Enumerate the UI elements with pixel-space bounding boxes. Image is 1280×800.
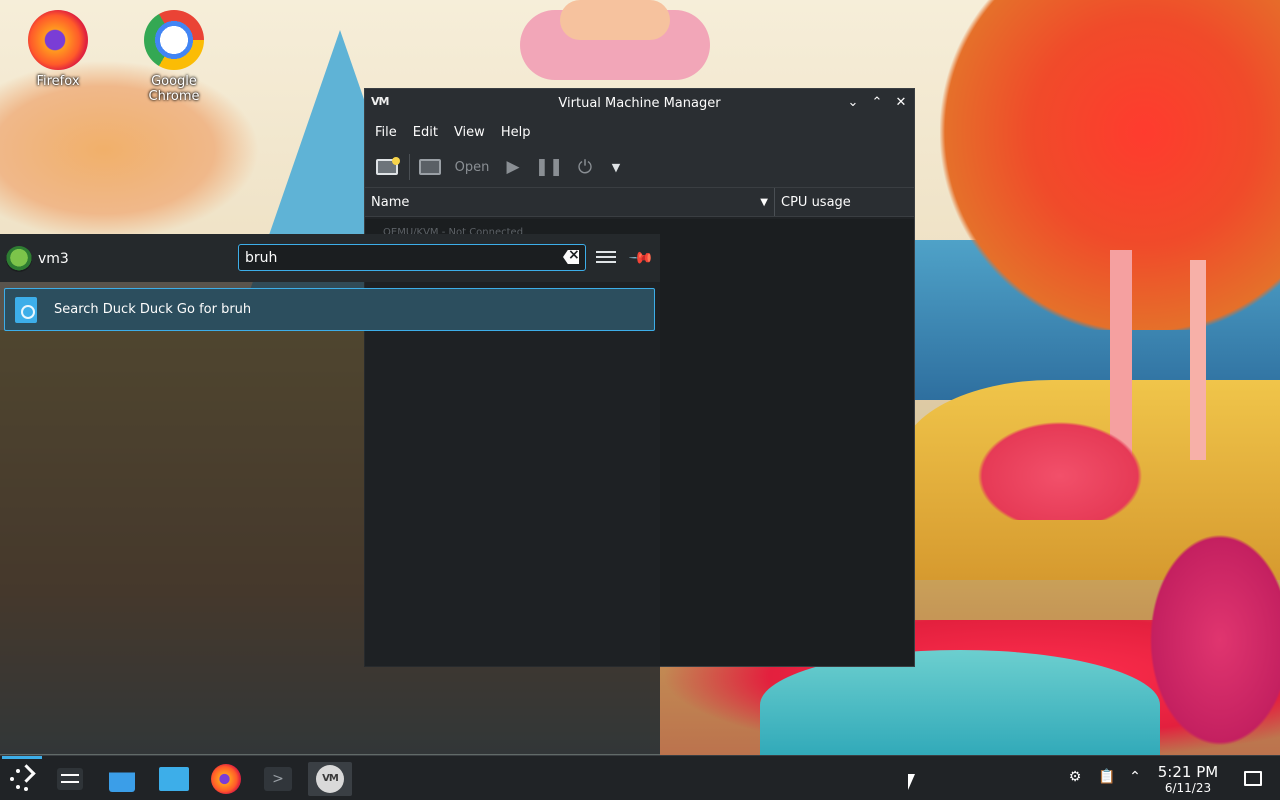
user-badge: vm3: [6, 246, 69, 272]
folder-icon: [159, 767, 189, 791]
menu-view[interactable]: View: [446, 125, 493, 140]
kde-connect-icon[interactable]: ⚙: [1064, 766, 1086, 788]
discover-store-icon: [109, 772, 135, 792]
menu-file[interactable]: File: [367, 125, 405, 140]
clock-date: 6/11/23: [1164, 781, 1212, 795]
window-title: Virtual Machine Manager: [558, 95, 721, 111]
run-button[interactable]: ▶: [498, 152, 528, 182]
search-input[interactable]: [245, 249, 545, 266]
terminal-icon: >: [264, 767, 292, 791]
pause-icon: ❚❚: [534, 157, 564, 177]
taskbar-system-settings[interactable]: [52, 762, 88, 796]
shutdown-button[interactable]: ⏻: [570, 152, 600, 182]
play-icon: ▶: [506, 157, 520, 177]
clock[interactable]: 5:21 PM 6/11/23: [1152, 763, 1224, 795]
column-cpu[interactable]: CPU usage: [775, 188, 857, 216]
column-header: Name ▼ CPU usage: [365, 187, 914, 217]
minimize-button[interactable]: ⌄: [843, 93, 863, 113]
column-name-label: Name: [371, 194, 410, 210]
taskbar-discover[interactable]: [104, 762, 140, 796]
toolbar-separator: [409, 154, 410, 180]
desktop-icon-label: Google Chrome: [148, 74, 200, 104]
firefox-icon: [28, 10, 88, 70]
taskbar-virt-manager[interactable]: VM: [308, 762, 352, 796]
search-result[interactable]: Search Duck Duck Go for bruh: [4, 288, 655, 331]
power-icon: ⏻: [577, 156, 593, 178]
krunner-panel: vm3 📌 Search Duck Duck Go for bruh: [0, 234, 660, 754]
show-desktop-icon[interactable]: [1244, 771, 1262, 786]
column-cpu-label: CPU usage: [781, 194, 851, 210]
taskbar-file-manager[interactable]: [156, 762, 192, 796]
new-vm-button[interactable]: [373, 152, 403, 182]
clock-time: 5:21 PM: [1157, 763, 1219, 781]
mouse-cursor-icon: [908, 774, 915, 790]
app-launcher-button[interactable]: [4, 762, 40, 796]
firefox-icon: [211, 764, 241, 794]
clear-icon[interactable]: [563, 250, 579, 264]
chrome-icon: [144, 10, 204, 70]
active-indicator: [2, 756, 42, 759]
dropdown-arrow-icon: ▼: [611, 160, 621, 174]
desktop-icon-firefox[interactable]: Firefox: [8, 10, 108, 89]
user-name: vm3: [38, 251, 69, 267]
shutdown-menu-button[interactable]: ▼: [606, 152, 626, 182]
avatar: [6, 246, 32, 272]
monitor-icon: [418, 159, 441, 175]
sort-dropdown-icon[interactable]: ▼: [760, 197, 768, 208]
desktop-icon-label: Firefox: [36, 74, 80, 89]
launcher-icon: [10, 767, 34, 791]
globe-document-icon: [15, 296, 37, 323]
open-button[interactable]: Open: [416, 152, 492, 182]
toolbar: Open ▶ ❚❚ ⏻ ▼: [365, 147, 914, 187]
maximize-button[interactable]: ⌃: [867, 93, 887, 113]
menu-help[interactable]: Help: [493, 125, 539, 140]
settings-sliders-icon[interactable]: [596, 248, 616, 268]
desktop-icon-chrome[interactable]: Google Chrome: [124, 10, 224, 104]
taskbar-terminal[interactable]: >: [260, 762, 296, 796]
pin-icon[interactable]: 📌: [628, 244, 656, 272]
close-button[interactable]: ✕: [891, 93, 911, 113]
open-label: Open: [454, 159, 490, 175]
taskbar: > VM ⚙ 📋 ⌃ 5:21 PM 6/11/23: [0, 755, 1280, 800]
vmm-logo-icon: VM: [371, 95, 389, 108]
tray-expand-icon[interactable]: ⌃: [1124, 766, 1146, 788]
menubar: File Edit View Help: [365, 117, 914, 147]
taskbar-firefox[interactable]: [208, 762, 244, 796]
pause-button[interactable]: ❚❚: [534, 152, 564, 182]
clipboard-icon[interactable]: 📋: [1096, 766, 1118, 788]
column-name[interactable]: Name ▼: [365, 188, 775, 216]
settings-icon: [57, 768, 83, 790]
krunner-header: vm3 📌: [0, 234, 660, 282]
menu-edit[interactable]: Edit: [405, 125, 446, 140]
window-titlebar[interactable]: VM Virtual Machine Manager ⌄ ⌃ ✕: [365, 89, 914, 117]
search-field[interactable]: [238, 244, 586, 271]
virt-manager-icon: VM: [316, 765, 344, 793]
search-result-label: Search Duck Duck Go for bruh: [54, 302, 252, 317]
